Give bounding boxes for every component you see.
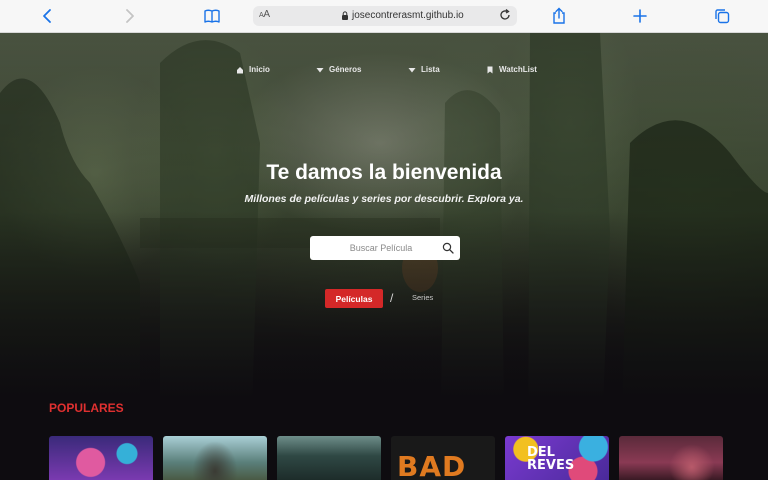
plus-icon	[633, 9, 647, 23]
lock-icon	[342, 11, 348, 20]
nav-lista[interactable]: Lista	[408, 65, 440, 74]
caret-down-icon	[316, 67, 324, 72]
search-box	[310, 236, 460, 260]
tabs-icon	[715, 9, 730, 24]
home-icon	[237, 66, 243, 73]
nav-inicio[interactable]: Inicio	[236, 65, 270, 74]
poster-1[interactable]	[49, 436, 153, 480]
main-nav: Inicio Géneros Lista WatchList	[0, 65, 768, 79]
reload-button[interactable]	[498, 8, 512, 27]
tabs-overview-button[interactable]	[711, 6, 733, 26]
toggle-separator: /	[390, 291, 394, 305]
bookmark-icon	[487, 66, 493, 73]
share-icon	[553, 7, 565, 24]
hero-subtitle: Millones de películas y series por descu…	[244, 193, 524, 205]
toggle-movies-button[interactable]: Películas	[325, 289, 383, 308]
hero-title: Te damos la bienvenida	[266, 161, 502, 184]
back-button[interactable]	[37, 6, 59, 26]
poster-4[interactable]: BAD	[391, 436, 495, 480]
search-input[interactable]	[310, 236, 438, 260]
text-size-button[interactable]: AA	[259, 9, 270, 20]
toggle-series-button[interactable]: Series	[412, 293, 433, 302]
caret-down-icon	[408, 67, 416, 72]
reload-icon	[500, 8, 510, 20]
share-button[interactable]	[548, 6, 570, 26]
forward-button[interactable]	[118, 6, 140, 26]
chevron-left-icon	[43, 9, 51, 23]
bookmarks-button[interactable]	[201, 6, 223, 26]
nav-generos[interactable]: Géneros	[316, 65, 361, 74]
poster-2[interactable]	[163, 436, 267, 480]
poster-6[interactable]	[619, 436, 723, 480]
chevron-right-icon	[126, 9, 134, 23]
search-icon[interactable]	[442, 242, 454, 254]
url-text: josecontrerasmt.github.io	[352, 10, 464, 21]
poster-5[interactable]: DEL REVES	[505, 436, 609, 480]
new-tab-button[interactable]	[629, 6, 651, 26]
poster-3[interactable]	[277, 436, 381, 480]
popular-section-title: POPULARES	[49, 401, 124, 415]
nav-watchlist[interactable]: WatchList	[486, 65, 537, 74]
address-bar[interactable]: AA josecontrerasmt.github.io	[253, 6, 517, 26]
book-icon	[204, 9, 220, 23]
hero-section: Inicio Géneros Lista WatchList Te damos …	[0, 33, 768, 480]
browser-toolbar: AA josecontrerasmt.github.io	[0, 0, 768, 33]
